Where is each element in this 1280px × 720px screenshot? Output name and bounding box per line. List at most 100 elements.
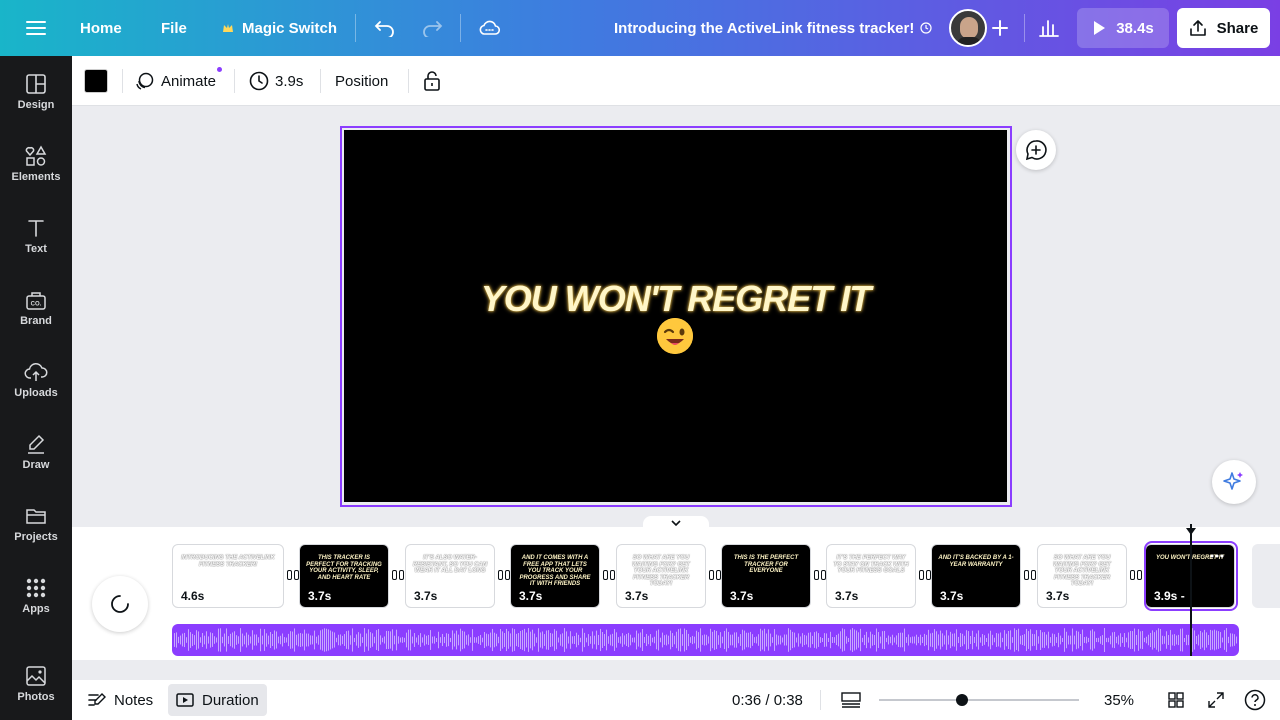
- sidebar-item-draw[interactable]: Draw: [0, 420, 72, 484]
- waveform-bar: [1220, 632, 1221, 648]
- audio-track[interactable]: [172, 624, 1239, 656]
- grid-view-button[interactable]: [1168, 680, 1184, 720]
- waveform-bar: [772, 637, 773, 643]
- waveform-bar: [836, 634, 837, 646]
- waveform-bar: [976, 633, 977, 647]
- notes-button[interactable]: Notes: [88, 680, 153, 720]
- duration-toggle[interactable]: Duration: [168, 684, 267, 716]
- sidebar-item-elements[interactable]: Elements: [0, 132, 72, 196]
- waveform-bar: [956, 629, 957, 651]
- waveform-bar: [766, 633, 767, 647]
- waveform-bar: [720, 632, 721, 648]
- magic-assistant-button[interactable]: [1212, 460, 1256, 504]
- add-collaborator-button[interactable]: [990, 0, 1010, 56]
- waveform-bar: [422, 637, 423, 643]
- scene-thumbnail-text: SO WHAT ARE YOU WAITING FOR? GET YOUR AC…: [1053, 555, 1111, 587]
- sidebar-item-photos[interactable]: Photos: [0, 652, 72, 716]
- timeline-scene[interactable]: THIS TRACKER IS PERFECT FOR TRACKING YOU…: [299, 544, 389, 608]
- play-button[interactable]: 38.4s: [1077, 8, 1169, 48]
- transition-button[interactable]: [1130, 570, 1144, 582]
- transition-button[interactable]: [1024, 570, 1038, 582]
- file-menu[interactable]: File: [161, 0, 187, 56]
- menu-button[interactable]: [26, 0, 46, 56]
- design-canvas[interactable]: YOU WON'T REGRET IT: [344, 130, 1007, 502]
- playhead-handle[interactable]: [1185, 523, 1197, 535]
- sidebar-item-brand[interactable]: CO. Brand: [0, 276, 72, 340]
- add-comment-button[interactable]: [1016, 130, 1056, 170]
- position-button[interactable]: Position: [335, 56, 388, 106]
- fullscreen-button[interactable]: [1208, 680, 1224, 720]
- waveform-bar: [566, 631, 567, 649]
- waveform-bar: [278, 636, 279, 644]
- waveform-bar: [288, 633, 289, 647]
- scene-more-button[interactable]: [1210, 551, 1224, 561]
- waveform-bar: [1000, 632, 1001, 648]
- undo-button[interactable]: [374, 0, 396, 56]
- canvas-headline[interactable]: YOU WON'T REGRET IT: [344, 278, 1007, 320]
- transition-button[interactable]: [603, 570, 617, 582]
- help-button[interactable]: [1244, 680, 1266, 720]
- waveform-bar: [686, 629, 687, 651]
- design-title[interactable]: Introducing the ActiveLink fitness track…: [614, 0, 932, 56]
- animate-button[interactable]: Animate: [135, 56, 216, 106]
- sidebar-item-design[interactable]: Design: [0, 60, 72, 124]
- waveform-bar: [912, 636, 913, 644]
- timeline-scene[interactable]: AND IT COMES WITH A FREE APP THAT LETS Y…: [510, 544, 600, 608]
- waveform-bar: [1092, 629, 1093, 651]
- play-pause-button[interactable]: [92, 576, 148, 632]
- collapse-timeline-button[interactable]: [643, 516, 709, 530]
- waveform-bar: [960, 633, 961, 647]
- timeline-scene[interactable]: SO WHAT ARE YOU WAITING FOR? GET YOUR AC…: [1037, 544, 1127, 608]
- sidebar-item-projects[interactable]: Projects: [0, 492, 72, 556]
- playhead[interactable]: [1190, 524, 1192, 656]
- zoom-slider-track[interactable]: [879, 699, 1079, 701]
- redo-button[interactable]: [421, 0, 443, 56]
- lock-button[interactable]: [423, 56, 441, 106]
- insights-button[interactable]: [1038, 0, 1060, 56]
- sidebar-item-uploads[interactable]: Uploads: [0, 348, 72, 412]
- sidebar-item-text[interactable]: Text: [0, 204, 72, 268]
- cloud-save-button[interactable]: [478, 0, 500, 56]
- scene-thumbnail-text: AND IT'S BACKED BY A 1-YEAR WARRANTY: [938, 555, 1014, 568]
- timeline-scene[interactable]: IT'S ALSO WATER-RESISTANT, SO YOU CAN WE…: [405, 544, 495, 608]
- waveform-bar: [414, 633, 415, 647]
- zoom-slider-thumb[interactable]: [956, 694, 969, 706]
- timeline-scene[interactable]: SO WHAT ARE YOU WAITING FOR? GET YOUR AC…: [616, 544, 706, 608]
- waveform-bar: [1196, 635, 1197, 645]
- winking-face-emoji[interactable]: [657, 318, 693, 354]
- waveform-bar: [870, 631, 871, 649]
- timeline-scene[interactable]: THIS IS THE PERFECT TRACKER FOR EVERYONE…: [721, 544, 811, 608]
- waveform-bar: [1200, 630, 1201, 650]
- waveform-bar: [262, 635, 263, 645]
- waveform-bar: [416, 637, 417, 643]
- transition-button[interactable]: [392, 570, 406, 582]
- page-view-button[interactable]: [841, 680, 861, 720]
- waveform-bar: [400, 637, 401, 643]
- zoom-level[interactable]: 35%: [1104, 680, 1134, 720]
- magic-switch-label: Magic Switch: [242, 19, 338, 37]
- timeline-scene[interactable]: IT'S THE PERFECT WAY TO STAY ON TRACK WI…: [826, 544, 916, 608]
- sidebar-item-apps[interactable]: Apps: [0, 564, 72, 628]
- waveform-bar: [770, 633, 771, 647]
- add-page-button[interactable]: [1252, 544, 1280, 608]
- waveform-bar: [368, 629, 369, 651]
- timeline-scene[interactable]: INTRODUCING THE ACTIVELINK FITNESS TRACK…: [172, 544, 284, 608]
- timeline-scene[interactable]: AND IT'S BACKED BY A 1-YEAR WARRANTY 3.7s: [931, 544, 1021, 608]
- waveform-bar: [342, 635, 343, 645]
- waveform-bar: [192, 633, 193, 647]
- waveform-bar: [1096, 637, 1097, 643]
- magic-switch-button[interactable]: Magic Switch: [222, 0, 337, 56]
- waveform-bar: [178, 636, 179, 644]
- avatar[interactable]: [949, 9, 987, 47]
- color-swatch[interactable]: [84, 69, 108, 93]
- waveform-bar: [526, 632, 527, 648]
- share-button[interactable]: Share: [1177, 8, 1270, 48]
- waveform-bar: [1140, 631, 1141, 649]
- grid-icon: [1168, 692, 1184, 708]
- waveform-bar: [584, 632, 585, 648]
- home-button[interactable]: Home: [80, 0, 122, 56]
- waveform-bar: [418, 635, 419, 645]
- duration-button[interactable]: 3.9s: [249, 56, 303, 106]
- waveform-bar: [438, 631, 439, 649]
- waveform-bar: [208, 636, 209, 644]
